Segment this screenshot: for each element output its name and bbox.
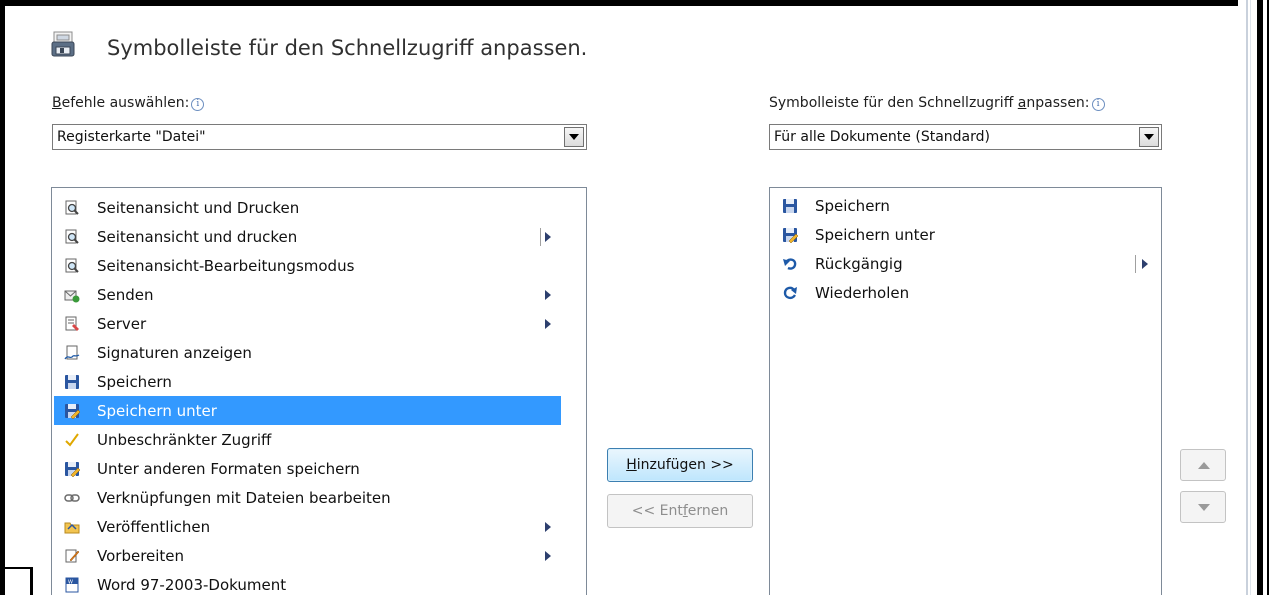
window-frame-top — [0, 0, 1269, 6]
window-frame-left — [0, 0, 5, 595]
print-preview-icon — [64, 258, 80, 274]
dialog-right-border — [1238, 0, 1269, 595]
list-item-label: Seitenansicht und drucken — [97, 228, 298, 246]
word-document-icon: W — [64, 577, 80, 593]
link-icon — [64, 490, 80, 506]
list-item-label: Verknüpfungen mit Dateien bearbeiten — [97, 489, 391, 507]
list-item-label: Rückgängig — [815, 255, 903, 273]
list-item[interactable]: Senden — [54, 280, 561, 309]
submenu-arrow-icon[interactable] — [545, 290, 551, 300]
chevron-down-icon — [569, 134, 579, 140]
list-item[interactable]: Server — [54, 309, 561, 338]
save-icon — [64, 374, 80, 390]
prepare-icon — [64, 548, 80, 564]
move-up-button[interactable] — [1180, 449, 1226, 481]
list-item-label: Speichern — [815, 197, 890, 215]
list-item[interactable]: Speichern unter — [772, 220, 1159, 249]
list-item[interactable]: Veröffentlichen — [54, 512, 561, 541]
list-item[interactable]: Wiederholen — [772, 278, 1159, 307]
list-item-label: Speichern — [97, 373, 172, 391]
list-item-label: Seitenansicht-Bearbeitungsmodus — [97, 257, 355, 275]
submenu-arrow-icon[interactable] — [545, 319, 551, 329]
list-item[interactable]: Speichern — [54, 367, 561, 396]
list-item-label: Unter anderen Formaten speichern — [97, 460, 360, 478]
add-button[interactable]: Hinzufügen >> — [607, 448, 753, 482]
save-as-icon — [64, 403, 81, 420]
list-item[interactable]: Unbeschränkter Zugriff — [54, 425, 561, 454]
save-as-icon — [782, 227, 799, 244]
list-item[interactable]: Speichern unter — [54, 396, 561, 425]
list-item-label: Signaturen anzeigen — [97, 344, 252, 362]
list-item-label: Seitenansicht und Drucken — [97, 199, 300, 217]
save-icon — [782, 198, 798, 214]
print-preview-icon — [64, 229, 80, 245]
submenu-arrow-icon[interactable] — [545, 551, 551, 561]
list-item[interactable]: W Word 97-2003-Dokument — [54, 570, 561, 595]
checkmark-icon — [64, 432, 80, 448]
info-icon[interactable]: i — [1091, 98, 1105, 111]
save-as-icon — [64, 461, 81, 478]
submenu-separator — [540, 228, 541, 246]
signature-icon — [64, 345, 80, 361]
page-title: Symbolleiste für den Schnellzugriff anpa… — [107, 36, 588, 60]
toolbar-scope-dropdown[interactable]: Für alle Dokumente (Standard) — [769, 124, 1162, 150]
undo-icon — [782, 256, 798, 272]
submenu-arrow-icon[interactable] — [1142, 259, 1148, 269]
commands-source-dropdown[interactable]: Registerkarte "Datei" — [52, 124, 587, 150]
move-down-icon — [1198, 504, 1210, 511]
list-item[interactable]: Seitenansicht-Bearbeitungsmodus — [54, 251, 561, 280]
submenu-separator — [1135, 255, 1136, 273]
commands-label: Befehle auswählen: i — [52, 95, 205, 111]
quick-access-toolbar-list[interactable]: Speichern Speichern unter Rückgängig Wieder… — [769, 187, 1162, 595]
info-icon[interactable]: i — [191, 98, 205, 111]
list-item-label: Server — [97, 315, 147, 333]
list-item[interactable]: Speichern — [772, 191, 1159, 220]
quick-access-toolbar-icon — [51, 31, 77, 61]
list-item[interactable]: Seitenansicht und drucken — [54, 222, 561, 251]
list-item-label: Senden — [97, 286, 154, 304]
submenu-arrow-icon[interactable] — [545, 232, 551, 242]
publish-folder-icon — [64, 519, 80, 535]
list-item-label: Speichern unter — [815, 226, 935, 244]
corner-mark — [0, 567, 32, 569]
list-item-label: Unbeschränkter Zugriff — [97, 431, 272, 449]
commands-list[interactable]: Seitenansicht und Drucken Seitenansicht u… — [51, 187, 587, 595]
move-down-button[interactable] — [1180, 491, 1226, 523]
customize-toolbar-label: Symbolleiste für den Schnellzugriff anpa… — [769, 95, 1105, 111]
list-item[interactable]: Seitenansicht und Drucken — [54, 193, 561, 222]
move-up-icon — [1198, 462, 1210, 469]
dropdown-button[interactable] — [564, 127, 584, 147]
list-item[interactable]: Rückgängig — [772, 249, 1159, 278]
list-item[interactable]: Signaturen anzeigen — [54, 338, 561, 367]
list-item[interactable]: Unter anderen Formaten speichern — [54, 454, 561, 483]
dropdown-button[interactable] — [1139, 127, 1159, 147]
list-item-label: Vorbereiten — [97, 547, 185, 565]
list-item[interactable]: Vorbereiten — [54, 541, 561, 570]
chevron-down-icon — [1144, 134, 1154, 140]
redo-icon — [782, 285, 798, 301]
list-item-label: Speichern unter — [97, 402, 217, 420]
submenu-arrow-icon[interactable] — [545, 522, 551, 532]
corner-mark-bar — [30, 567, 33, 595]
list-item-label: Word 97-2003-Dokument — [97, 576, 287, 594]
server-icon — [64, 316, 80, 332]
svg-text:W: W — [68, 580, 73, 586]
list-item[interactable]: Verknüpfungen mit Dateien bearbeiten — [54, 483, 561, 512]
list-item-label: Veröffentlichen — [97, 518, 211, 536]
list-item-label: Wiederholen — [815, 284, 910, 302]
send-icon — [64, 287, 80, 303]
print-preview-icon — [64, 200, 80, 216]
remove-button[interactable]: << Entfernen — [607, 494, 753, 528]
